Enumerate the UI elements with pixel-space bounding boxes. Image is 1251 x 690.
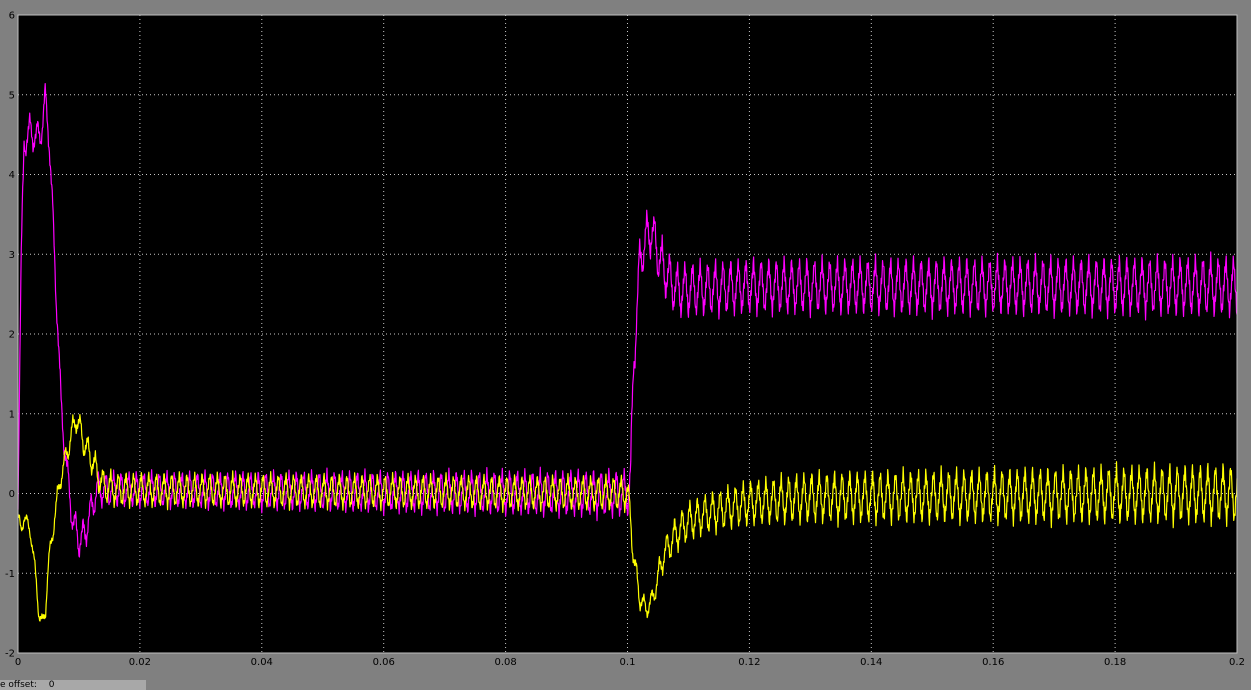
status-value: 0 [48,680,55,690]
y-tick-label: 5 [9,90,15,101]
x-tick-label: 0.14 [860,657,882,668]
status-bar: e offset: 0 [0,680,146,690]
status-label: e offset: [0,680,37,690]
x-tick-label: 0.16 [982,657,1004,668]
y-tick-label: 4 [9,170,15,181]
y-tick-label: 6 [9,11,15,22]
y-tick-label: 3 [9,250,15,261]
x-tick-label: 0.08 [494,657,516,668]
x-tick-label: 0.18 [1104,657,1126,668]
x-tick-label: 0.04 [251,657,273,668]
x-tick-label: 0.2 [1229,657,1245,668]
scope-chart[interactable]: 0 0.02 0.04 0.06 0.08 0.1 0.12 0.14 0.16 0.18 0.2 … [0,0,1251,690]
scope-window: 0 0.02 0.04 0.06 0.08 0.1 0.12 0.14 0.16 0.18 0.2 … [0,0,1251,690]
x-tick-label: 0 [15,657,21,668]
y-tick-label: -2 [5,649,15,660]
x-tick-labels: 0 0.02 0.04 0.06 0.08 0.1 0.12 0.14 0.16 0.18 0.2 [15,657,1245,668]
y-tick-labels: -2 -1 0 1 2 3 4 5 6 [5,11,15,660]
x-tick-label: 0.12 [738,657,760,668]
x-tick-label: 0.1 [620,657,636,668]
y-tick-label: 0 [9,489,15,500]
y-tick-label: 1 [9,409,15,420]
x-tick-label: 0.02 [129,657,151,668]
x-tick-label: 0.06 [373,657,395,668]
y-tick-label: 2 [9,330,15,341]
y-tick-label: -1 [5,569,15,580]
